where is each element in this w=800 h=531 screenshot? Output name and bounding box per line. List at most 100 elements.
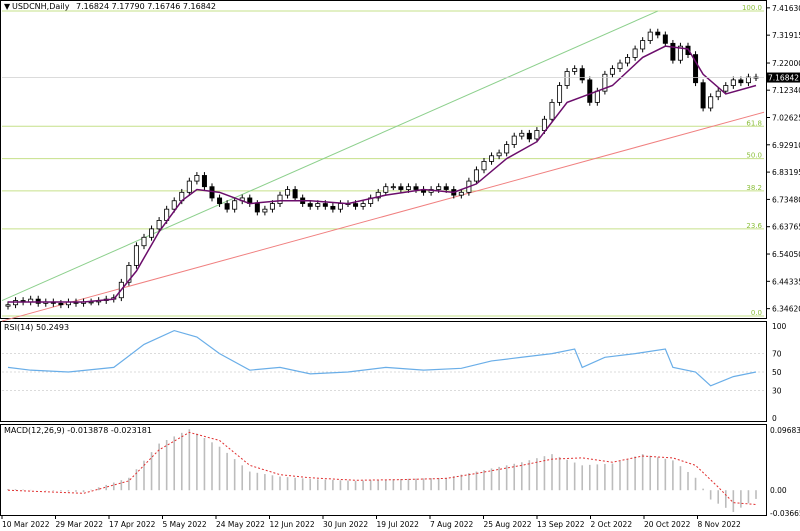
candle-body	[587, 79, 593, 103]
time-tick-label: 19 Jul 2022	[377, 520, 420, 529]
candle-body	[723, 85, 729, 92]
price-tick-label: 6.54050	[772, 250, 800, 259]
candle-body	[647, 31, 653, 41]
dropdown-triangle-icon[interactable]: ▼	[4, 2, 11, 11]
time-tick-label: 17 Apr 2022	[109, 520, 156, 529]
candle-body	[557, 85, 563, 103]
candle-body	[5, 304, 11, 307]
candle-body	[413, 186, 419, 190]
candle-body	[715, 90, 721, 98]
candle-body	[269, 203, 275, 210]
candle-body	[307, 203, 313, 207]
price-tick-label: 6.44335	[772, 277, 800, 286]
candle-body	[398, 186, 404, 190]
rsi-label: RSI(14) 50.2493	[4, 323, 69, 332]
rsi-panel[interactable]	[0, 321, 767, 422]
candle-body	[730, 79, 736, 86]
time-tick-label: 2 Oct 2022	[591, 520, 633, 529]
candle-body	[285, 189, 291, 196]
candle-body	[217, 197, 223, 204]
price-tick-label: 6.73480	[772, 195, 800, 204]
fib-level-label: 38.2	[746, 184, 762, 192]
macd-axis-label: 0.096831	[770, 426, 800, 435]
candle-body	[473, 169, 479, 182]
candle-body	[458, 191, 464, 196]
candle-body	[254, 203, 260, 213]
candle-body	[519, 132, 525, 137]
candle-body	[504, 144, 510, 154]
candle-body	[277, 194, 283, 204]
candle-body	[390, 186, 396, 189]
time-axis: 10 Mar 2022 29 Mar 2022 17 Apr 2022 5 May 2…	[1, 516, 741, 529]
candle-body	[156, 220, 162, 230]
candle-body	[436, 186, 442, 190]
candle-body	[534, 130, 540, 140]
fib-level-label: 61.8	[746, 119, 762, 127]
rsi-level-label: 50	[772, 368, 782, 377]
time-tick-label: 7 Aug 2022	[430, 520, 473, 529]
main-panel[interactable]	[0, 0, 767, 319]
candle-body	[443, 186, 449, 190]
candle-body	[194, 175, 200, 182]
price-tick-label: 6.34620	[772, 305, 800, 314]
time-tick-label: 10 Mar 2022	[2, 520, 50, 529]
candle-body	[594, 90, 600, 103]
candle-body	[353, 203, 359, 207]
candle-body	[133, 245, 139, 266]
candle-body	[337, 203, 343, 210]
fib-level-label: 100.0	[742, 4, 762, 12]
candle-body	[572, 68, 578, 72]
fib-level-label: 50.0	[746, 152, 762, 160]
macd-axis-label: 0.00	[770, 486, 787, 495]
candle-body	[549, 101, 555, 120]
candle-body	[405, 186, 411, 190]
candle-body	[262, 208, 268, 213]
macd-axis-label: -0.03665	[770, 509, 800, 518]
candle-body	[201, 175, 207, 188]
candle-body	[360, 203, 366, 207]
candle-body	[662, 34, 668, 44]
candle-body	[609, 68, 615, 75]
macd-panel[interactable]	[0, 424, 767, 516]
time-tick-label: 8 Nov 2022	[698, 520, 741, 529]
price-tick-label: 7.31915	[772, 31, 800, 40]
fib-level-label: 0.0	[751, 309, 762, 317]
candle-body	[141, 236, 147, 247]
candle-body	[322, 203, 328, 207]
candle-body	[625, 57, 631, 64]
macd-label: MACD(12,26,9) -0.013878 -0.023181	[4, 426, 152, 435]
candle-body	[232, 200, 238, 210]
time-tick-label: 29 Mar 2022	[56, 520, 104, 529]
time-tick-label: 24 May 2022	[216, 520, 265, 529]
candle-body	[224, 203, 230, 210]
candle-body	[186, 180, 192, 193]
price-chart[interactable]: 100.0 61.8 50.0 38.2 23.6 0.0 7.41630 7.31915 7…	[0, 0, 800, 531]
candle-body	[655, 31, 661, 36]
candle-body	[58, 302, 64, 306]
time-tick-label: 25 Aug 2022	[484, 520, 532, 529]
candle-body	[481, 161, 487, 171]
candle-body	[670, 42, 676, 61]
candle-body	[511, 135, 517, 145]
candle-body	[496, 152, 502, 157]
candle-body	[315, 203, 321, 207]
candle-body	[700, 82, 706, 109]
candle-body	[708, 96, 714, 109]
candle-body	[383, 186, 389, 193]
price-tick-label: 7.41630	[772, 4, 800, 13]
symbol-label: USDCNH,Daily	[12, 2, 70, 11]
candle-body	[489, 155, 495, 162]
current-price-text: 7.16842	[768, 74, 799, 83]
candle-body	[579, 68, 585, 81]
candle-body	[149, 228, 155, 238]
price-tick-label: 7.12340	[772, 86, 800, 95]
rsi-level-label: 100	[772, 322, 787, 331]
candle-body	[738, 79, 744, 84]
fib-level-label: 23.6	[746, 222, 762, 230]
candle-body	[330, 205, 336, 210]
candle-body	[632, 48, 638, 58]
candle-body	[640, 40, 646, 50]
price-tick-label: 7.02625	[772, 113, 800, 122]
rsi-level-label: 30	[772, 386, 782, 395]
price-tick-label: 6.92910	[772, 141, 800, 150]
